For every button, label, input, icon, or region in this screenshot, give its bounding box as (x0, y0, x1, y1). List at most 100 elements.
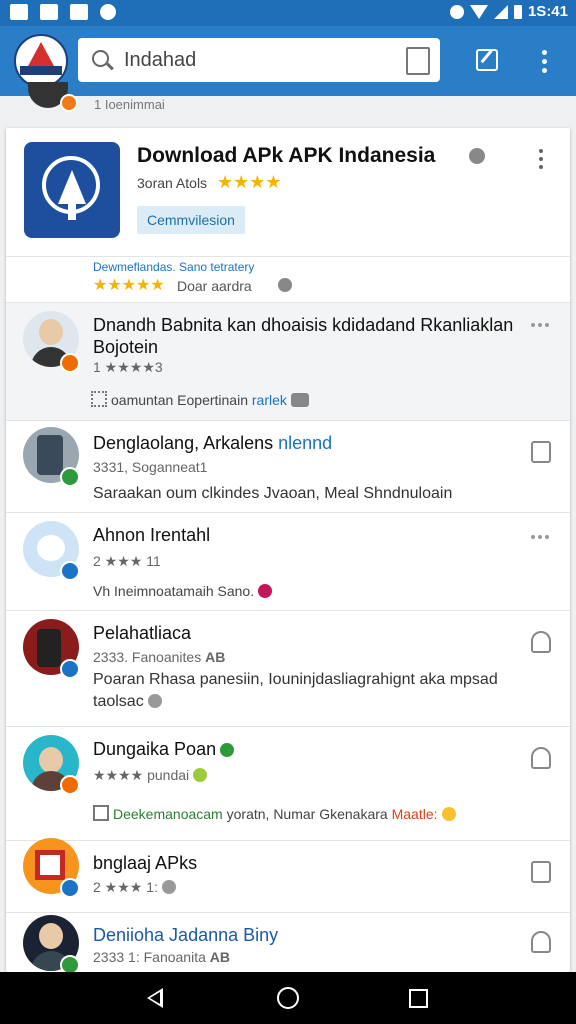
badge-icon (60, 467, 80, 487)
clock-icon (161, 880, 176, 894)
more-options-icon[interactable] (531, 323, 553, 329)
review-item[interactable]: bnglaaj APks 2 ★★★ 1: (6, 838, 570, 913)
review-body: Saraakan oum clkindes Jvaoan, Meal Shndn… (93, 485, 453, 502)
review-meta: 2 ★★★ 1: (93, 879, 176, 896)
review-footer-text: Vh Ineimnoatamaih Sano. (93, 583, 255, 599)
status-bar: 1S:41 (0, 0, 576, 26)
leaf-icon (220, 743, 235, 757)
app-rating-stars: ★★★★ (217, 172, 282, 192)
review-item[interactable]: Denglaolang, Arkalens nlennd 3331, Sogan… (6, 420, 570, 513)
thumbs-up-icon[interactable] (531, 747, 551, 769)
gallery-notification-icon (10, 4, 28, 20)
list-item-peek[interactable]: 1 Ioenimmai (0, 82, 576, 118)
review-meta-text: 2333 1: Fanoanita (93, 949, 206, 965)
badge-icon (60, 353, 80, 373)
recents-icon[interactable] (409, 989, 428, 1008)
heart-icon (258, 584, 273, 598)
review-item[interactable]: Deniioha Jadanna Biny 2333 1: Fanoanita … (6, 912, 570, 972)
badge-icon (60, 878, 80, 898)
review-author-line2: Bojotein (93, 337, 159, 357)
thumbs-up-icon[interactable] (531, 931, 551, 953)
search-bar (78, 38, 440, 82)
badge-icon (60, 94, 78, 112)
share-icon[interactable] (531, 441, 551, 463)
more-options-icon[interactable] (531, 535, 553, 541)
grid-icon (91, 391, 107, 407)
emoji-icon (193, 768, 208, 782)
comment-icon (93, 805, 109, 821)
review-author: Dungaika Poan (93, 739, 235, 760)
bookmark-icon[interactable] (406, 47, 430, 75)
review-item[interactable]: Dnandh Babnita kan dhoaisis kdidadand Rk… (6, 302, 570, 421)
review-item[interactable]: Ahnon Irentahl 2 ★★★ 11 Vh Ineimnoatamai… (6, 512, 570, 611)
review-meta: 2333. Fanoanites AB (93, 649, 225, 665)
review-body-line2-text: taolsac (93, 693, 144, 710)
review-author: Denglaolang, Arkalens nlennd (93, 433, 332, 454)
review-body: Poaran Rhasa panesiin, Iouninjdasliagrah… (93, 671, 498, 688)
badge-icon (60, 775, 80, 795)
overflow-menu-icon[interactable] (542, 50, 548, 77)
review-meta-tag: AB (205, 649, 226, 665)
thumbs-up-icon[interactable] (531, 631, 551, 653)
rating-summary: Dewmeflandas. Sano tetratery ★★★★★ Doar … (6, 256, 570, 302)
badge-icon (60, 955, 80, 972)
review-author: Ahnon Irentahl (93, 525, 211, 545)
compose-icon[interactable] (476, 49, 498, 71)
review-footer-green[interactable]: Deekemanoacam (113, 806, 223, 822)
chat-icon (290, 393, 309, 407)
review-footer-text: yoratn, Numar Gkenakara (226, 806, 388, 822)
search-input[interactable] (122, 48, 376, 73)
system-navigation-bar (0, 972, 576, 1024)
review-footer: Vh Ineimnoatamaih Sano. (93, 583, 273, 599)
review-meta-stars: ★★★★ (93, 767, 144, 783)
badge-icon (60, 561, 80, 581)
more-options-icon[interactable] (539, 149, 544, 173)
review-author-text: Dungaika Poan (93, 739, 217, 759)
search-icon (92, 50, 109, 67)
app-icon[interactable] (24, 142, 120, 238)
review-item[interactable]: Dungaika Poan ★★★★ pundai Deekemanoacam … (6, 726, 570, 841)
app-detail-card: Download APk APK Indanesia 3oran Atols ★… (6, 128, 570, 972)
status-right: 1S:41 (449, 3, 568, 20)
review-meta: 3331, Soganneat1 (93, 459, 208, 475)
rating-summary-title[interactable]: Dewmeflandas. Sano tetratery (93, 260, 254, 274)
review-footer-orange[interactable]: Maatle: (392, 806, 438, 822)
globe-icon (147, 694, 162, 708)
review-meta: 2 ★★★ 11 (93, 553, 161, 569)
drive-notification-icon (70, 4, 88, 20)
back-icon[interactable] (147, 988, 163, 1008)
review-meta: ★★★★ pundai (93, 767, 208, 784)
review-author: bnglaaj APks (93, 853, 198, 873)
review-meta-text: 2 ★★★ 1: (93, 879, 158, 895)
wifi-icon (469, 4, 488, 19)
sync-icon (449, 4, 464, 19)
review-footer-text: oamuntan Eopertinain (111, 392, 248, 408)
category-chip[interactable]: Cemmvilesion (137, 206, 245, 234)
review-meta-text: 2333. Fanoanites (93, 649, 202, 665)
review-author-accent: nlennd (278, 433, 333, 453)
share-icon[interactable] (531, 861, 551, 883)
rating-summary-text: Doar aardra (177, 278, 252, 294)
review-author: Deniioha Jadanna Biny (93, 925, 279, 945)
peek-text: 1 Ioenimmai (94, 97, 165, 112)
rating-summary-stars: ★★★★★ (93, 277, 165, 294)
review-author: Dnandh Babnita kan dhoaisis kdidadand Rk… (93, 315, 514, 335)
review-meta: 2333 1: Fanoanita AB (93, 949, 230, 965)
review-meta: 1 ★★★★3 (93, 359, 163, 375)
review-author-text: Denglaolang, Arkalens (93, 433, 274, 453)
app-title: Download APk APK Indanesia (137, 144, 436, 167)
app-developer[interactable]: 3oran Atols (137, 175, 207, 191)
review-footer-link[interactable]: rarlek (252, 392, 287, 408)
home-icon[interactable] (277, 987, 299, 1009)
review-footer: oamuntan Eopertinain rarlek (91, 391, 309, 408)
globe-icon[interactable] (469, 148, 485, 164)
app-logo[interactable] (14, 34, 68, 88)
review-item[interactable]: Pelahatliaca 2333. Fanoanites AB Poaran … (6, 610, 570, 727)
review-footer: Deekemanoacam yoratn, Numar Gkenakara Ma… (93, 805, 456, 822)
shield-notification-icon (100, 4, 116, 20)
badge-icon (60, 659, 80, 679)
clock: 1S:41 (527, 3, 568, 20)
review-meta-text: pundai (147, 767, 190, 783)
download-notification-icon (40, 4, 58, 20)
app-header: Download APk APK Indanesia 3oran Atols ★… (6, 128, 570, 257)
